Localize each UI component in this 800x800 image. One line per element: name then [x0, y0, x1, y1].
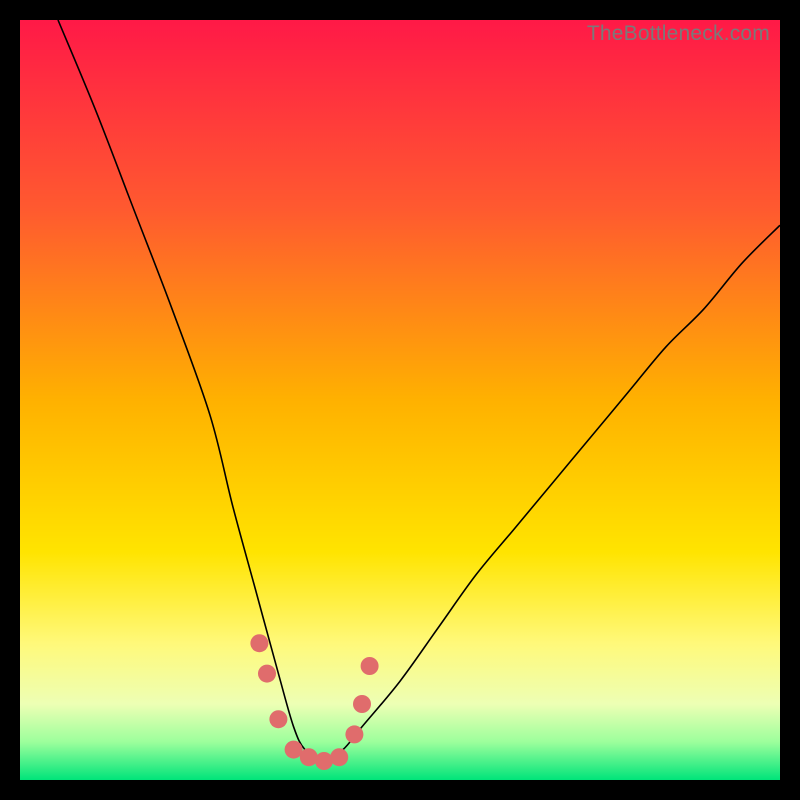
- bottleneck-curve: [58, 20, 780, 761]
- chart-overlay: [20, 20, 780, 780]
- highlight-dot: [353, 695, 371, 713]
- highlight-dot: [250, 634, 268, 652]
- highlight-dot: [315, 752, 333, 770]
- highlight-dot: [300, 748, 318, 766]
- highlight-markers: [250, 634, 378, 770]
- highlight-dot: [330, 748, 348, 766]
- watermark-text: TheBottleneck.com: [587, 22, 770, 46]
- highlight-dot: [258, 665, 276, 683]
- highlight-dot: [345, 725, 363, 743]
- highlight-dot: [361, 657, 379, 675]
- highlight-dot: [269, 710, 287, 728]
- chart-frame: TheBottleneck.com: [20, 20, 780, 780]
